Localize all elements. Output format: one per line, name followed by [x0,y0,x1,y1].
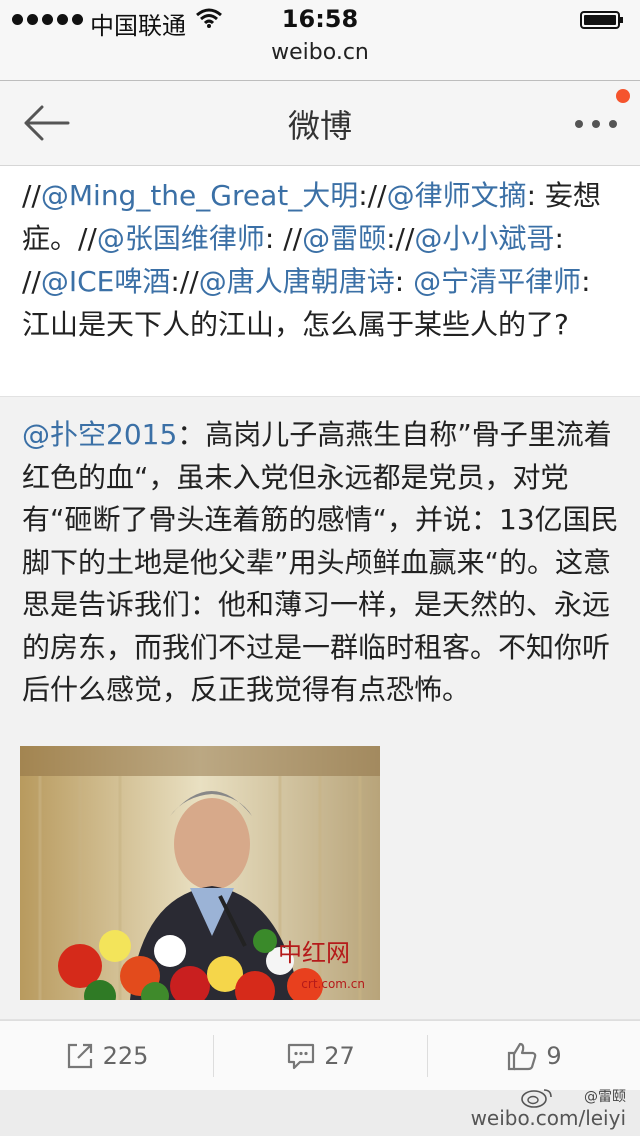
thumbs-up-icon [508,1042,537,1071]
repost-chain-text: //@Ming_the_Great_大明://@律师文摘: 妄想症。//@张国维… [22,174,622,346]
repost-button[interactable]: 225 [0,1021,213,1091]
mention-link[interactable]: @宁清平律师 [413,265,581,298]
watermark-url: weibo.com/leiyi [470,1106,626,1130]
repost-text-segment: :// [170,265,199,298]
browser-address-bar[interactable]: weibo.cn [0,40,640,81]
mention-link[interactable]: @律师文摘 [387,179,527,212]
photo-watermark: 中红网 [278,939,350,967]
url-text: weibo.cn [271,40,369,65]
repost-text-segment: :// [358,179,387,212]
original-author-link[interactable]: @扑空2015 [22,418,177,451]
more-options-icon[interactable] [574,119,618,129]
photo-image: 中红网 crt.com.cn [20,746,380,1000]
battery-icon [580,11,623,29]
original-post-body: ：高岗儿子高燕生自称”骨子里流着红色的血“，虽未入党但永远都是党员，对党有“砸断… [22,418,619,706]
like-count: 9 [546,1042,562,1070]
mention-link[interactable]: @雷颐 [302,222,386,255]
image-watermark: @雷颐 weibo.com/leiyi [416,1086,626,1134]
post-photo[interactable]: 中红网 crt.com.cn [20,746,380,1000]
photo-watermark-url: crt.com.cn [301,977,365,991]
mention-link[interactable]: @张国维律师 [97,222,265,255]
mention-link[interactable]: @小小斌哥 [414,222,554,255]
repost-icon [67,1043,92,1069]
mention-link[interactable]: @Ming_the_Great_大明 [41,179,358,212]
original-post[interactable]: @扑空2015：高岗儿子高燕生自称”骨子里流着红色的血“，虽未入党但永远都是党员… [0,396,640,1020]
repost-count: 225 [102,1042,149,1070]
notification-badge [616,89,630,103]
repost-text-segment: // [22,179,41,212]
comment-button[interactable]: 27 [214,1021,427,1091]
original-post-text: @扑空2015：高岗儿子高燕生自称”骨子里流着红色的血“，虽未入党但永远都是党员… [22,414,620,712]
weibo-logo-icon [521,1089,552,1108]
status-bar: 中国联通 16:58 [0,0,640,40]
like-button[interactable]: 9 [428,1021,640,1091]
watermark-handle: @雷颐 [584,1089,626,1105]
mention-link[interactable]: @ICE啤酒 [41,265,171,298]
repost-text-segment: :// [386,222,415,255]
comment-count: 27 [324,1042,355,1070]
repost-text-segment: : [394,265,414,298]
page-title: 微博 [287,107,352,145]
app-header: 微博 [0,81,640,166]
comment-icon [288,1043,315,1070]
clock: 16:58 [281,5,359,33]
weibo-post: //@Ming_the_Great_大明://@律师文摘: 妄想症。//@张国维… [0,166,640,1090]
repost-text-segment: : // [264,222,303,255]
mention-link[interactable]: @唐人唐朝唐诗 [199,265,395,298]
post-action-bar: 225 27 9 [0,1020,640,1091]
